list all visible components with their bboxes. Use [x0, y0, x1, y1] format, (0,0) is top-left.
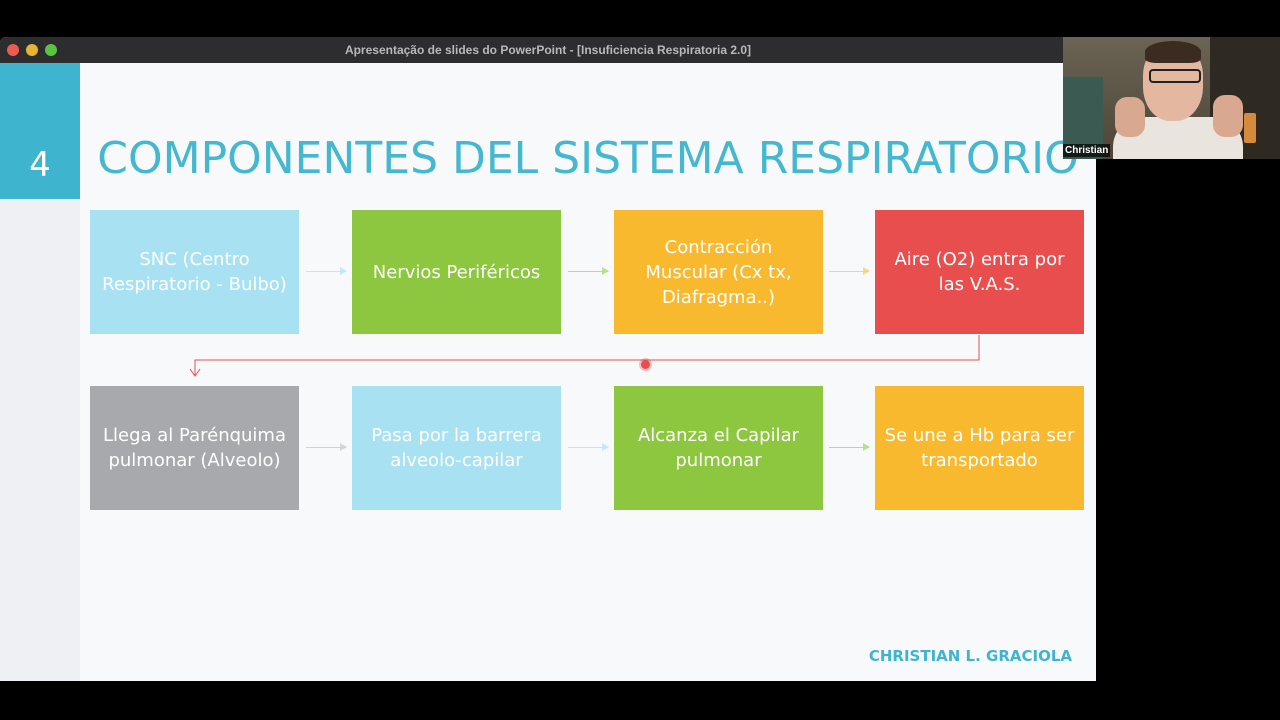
participant-name: Christian [1063, 144, 1111, 157]
flow-box-barrera: Pasa por la barrera alveolo-capilar [352, 386, 561, 510]
window-controls [7, 44, 57, 56]
flow-box-contraccion: Contracción Muscular (Cx tx, Diafragma..… [614, 210, 823, 334]
presenter-hand [1115, 97, 1145, 137]
slide-number-box: 4 [0, 63, 80, 199]
presenter-hair [1145, 41, 1201, 63]
flow-box-label: Se une a Hb para ser transportado [884, 425, 1075, 471]
close-window-button[interactable] [7, 44, 19, 56]
flow-arrow-right-icon [306, 267, 347, 275]
laser-pointer-icon [641, 360, 650, 369]
webcam-video-tile[interactable]: Christian [1063, 37, 1280, 159]
flow-box-capilar: Alcanza el Capilar pulmonar [614, 386, 823, 510]
flow-box-label: Pasa por la barrera alveolo-capilar [371, 425, 542, 471]
slide-title: COMPONENTES DEL SISTEMA RESPIRATORIO [97, 133, 1079, 184]
minimize-window-button[interactable] [26, 44, 38, 56]
window-titlebar[interactable]: Apresentação de slides do PowerPoint - [… [0, 37, 1096, 63]
candle-icon [1244, 113, 1256, 143]
slide-number: 4 [29, 144, 51, 185]
flow-arrow-right-icon [306, 443, 347, 451]
flow-arrow-right-icon [568, 267, 609, 275]
slide-canvas: 4 COMPONENTES DEL SISTEMA RESPIRATORIO S… [0, 63, 1096, 681]
flow-arrow-right-icon [829, 267, 870, 275]
slide-author: CHRISTIAN L. GRACIOLA [868, 647, 1072, 665]
powerpoint-window: Apresentação de slides do PowerPoint - [… [0, 37, 1096, 681]
flow-arrow-right-icon [568, 443, 609, 451]
maximize-window-button[interactable] [45, 44, 57, 56]
flow-box-parenquima: Llega al Parénquima pulmonar (Alveolo) [90, 386, 299, 510]
flow-box-aire: Aire (O2) entra por las V.A.S. [875, 210, 1084, 334]
flow-box-label: SNC (Centro Respiratorio - Bulbo) [102, 249, 287, 295]
flow-box-snc: SNC (Centro Respiratorio - Bulbo) [90, 210, 299, 334]
presenter-hand [1213, 95, 1243, 137]
flow-box-label: Aire (O2) entra por las V.A.S. [894, 249, 1065, 295]
flow-box-label: Contracción Muscular (Cx tx, Diafragma..… [645, 236, 792, 308]
window-title: Apresentação de slides do PowerPoint - [… [344, 43, 752, 57]
flow-connector-icon [189, 335, 980, 377]
flow-box-label: Alcanza el Capilar pulmonar [637, 425, 800, 471]
flow-arrow-right-icon [829, 443, 870, 451]
flow-box-label: Nervios Periféricos [372, 261, 541, 283]
flow-box-hb: Se une a Hb para ser transportado [875, 386, 1084, 510]
glasses-icon [1149, 69, 1201, 83]
flow-box-label: Llega al Parénquima pulmonar (Alveolo) [103, 425, 286, 471]
flow-box-nervios: Nervios Periféricos [352, 210, 561, 334]
